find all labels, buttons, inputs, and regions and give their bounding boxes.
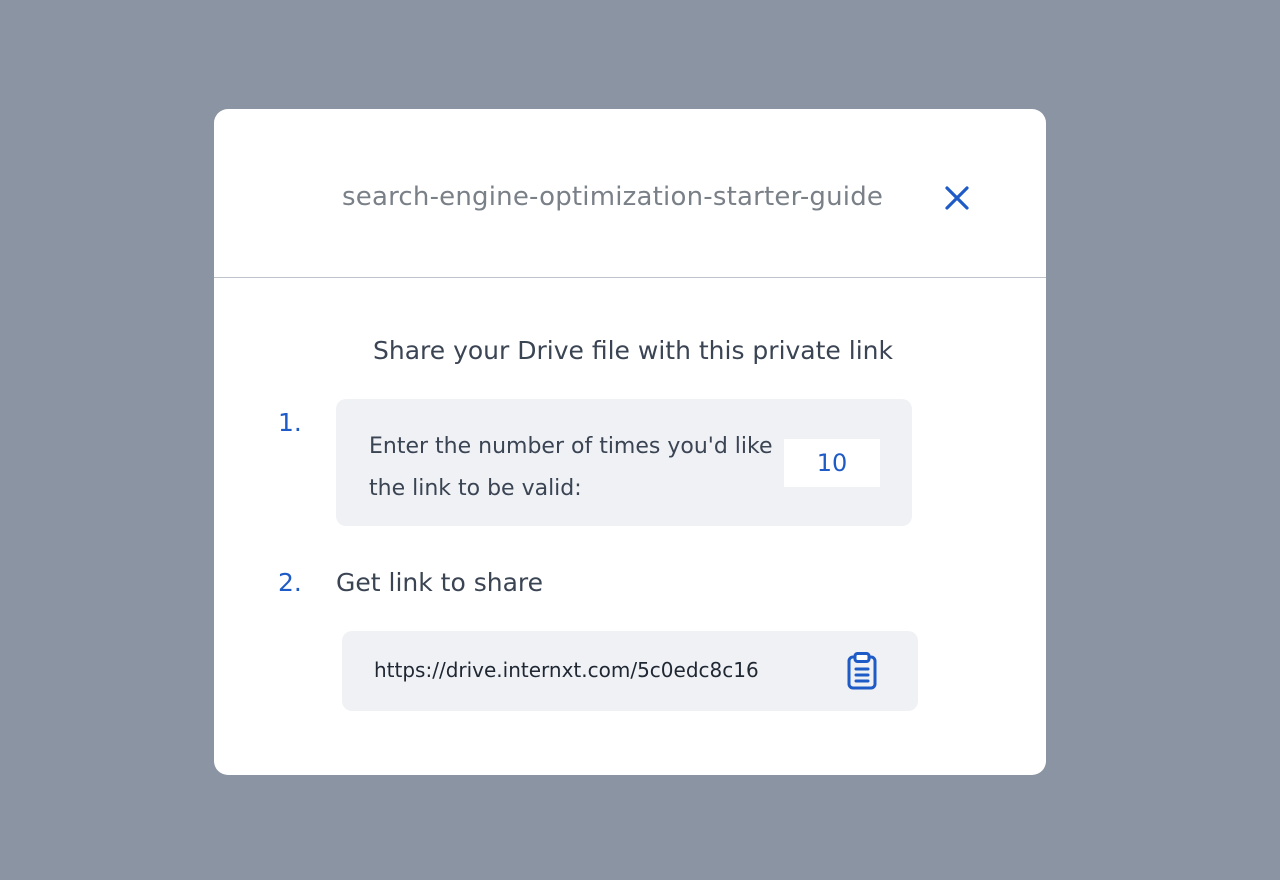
dialog-title: Share your Drive file with this private …: [373, 336, 893, 365]
get-link-label: Get link to share: [336, 568, 544, 597]
share-link-field[interactable]: https://drive.internxt.com/5c0edc8c16: [342, 631, 918, 711]
copy-link-button[interactable]: [842, 649, 882, 693]
share-link-text[interactable]: https://drive.internxt.com/5c0edc8c16: [374, 655, 814, 685]
step-2-number: 2.: [278, 568, 302, 597]
link-uses-input[interactable]: [784, 439, 880, 487]
file-name: search-engine-optimization-starter-guide: [342, 182, 884, 212]
link-uses-label: Enter the number of times you'd like the…: [369, 434, 773, 501]
close-icon: [945, 186, 969, 210]
clipboard-icon: [847, 652, 877, 690]
share-dialog: search-engine-optimization-starter-guide…: [214, 109, 1046, 775]
step-1-number: 1.: [278, 408, 302, 437]
close-button[interactable]: [940, 181, 974, 215]
dialog-header: search-engine-optimization-starter-guide: [214, 109, 1046, 278]
link-uses-panel: Enter the number of times you'd like the…: [336, 399, 912, 526]
